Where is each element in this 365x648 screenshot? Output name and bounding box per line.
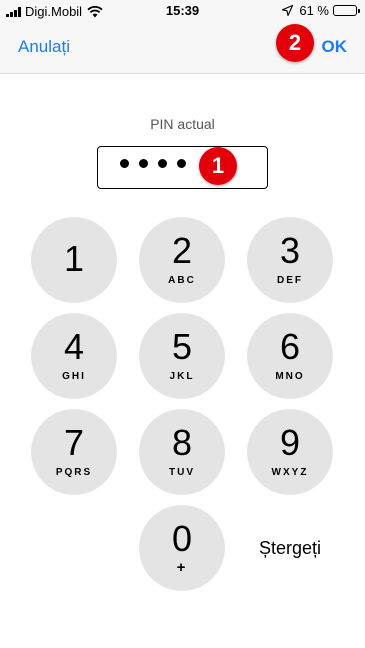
key-0[interactable]: 0 + [139, 505, 225, 591]
key-letters: JKL [169, 371, 195, 382]
key-digit: 6 [279, 326, 301, 367]
key-letters: TUV [169, 467, 195, 478]
key-9[interactable]: 9 WXYZ [247, 409, 333, 495]
pin-dots [120, 159, 186, 168]
key-4[interactable]: 4 GHI [31, 313, 117, 399]
pin-dot [158, 159, 167, 168]
pin-dot [177, 159, 186, 168]
key-7[interactable]: 7 PQRS [31, 409, 117, 495]
key-1[interactable]: 1 [31, 217, 117, 303]
pin-label: PIN actual [150, 116, 215, 132]
key-digit: 5 [171, 326, 193, 367]
key-digit: 9 [279, 422, 301, 463]
key-letters: DEF [277, 275, 303, 286]
battery-percent: 61 % [299, 3, 329, 18]
battery-icon [333, 5, 360, 16]
key-2[interactable]: 2 ABC [139, 217, 225, 303]
pin-input[interactable] [97, 146, 268, 189]
key-letters: + [176, 559, 188, 576]
key-digit: 8 [171, 422, 193, 463]
annotation-marker-2: 2 [276, 24, 314, 62]
pin-dot [120, 159, 129, 168]
key-digit: 7 [63, 422, 85, 463]
annotation-marker-1: 1 [199, 147, 237, 185]
key-letters: WXYZ [271, 467, 309, 478]
key-digit: 0 [171, 518, 193, 559]
location-arrow-icon [282, 5, 294, 16]
key-letters: GHI [62, 371, 86, 382]
key-8[interactable]: 8 TUV [139, 409, 225, 495]
key-digit: 3 [279, 230, 301, 271]
key-digit: 2 [171, 230, 193, 271]
key-letters: MNO [275, 371, 305, 382]
key-5[interactable]: 5 JKL [139, 313, 225, 399]
delete-button[interactable]: Ștergeți [247, 538, 333, 559]
status-bar: Digi.Mobil 15:39 61 % [0, 0, 365, 22]
key-digit: 1 [63, 238, 85, 279]
key-3[interactable]: 3 DEF [247, 217, 333, 303]
cancel-button[interactable]: Anulați [18, 37, 70, 57]
key-6[interactable]: 6 MNO [247, 313, 333, 399]
status-right: 61 % [282, 3, 360, 18]
pin-dot [139, 159, 148, 168]
ok-button[interactable]: OK [322, 37, 348, 57]
key-letters: PQRS [55, 467, 93, 478]
key-letters: ABC [168, 275, 196, 286]
key-digit: 4 [63, 326, 85, 367]
